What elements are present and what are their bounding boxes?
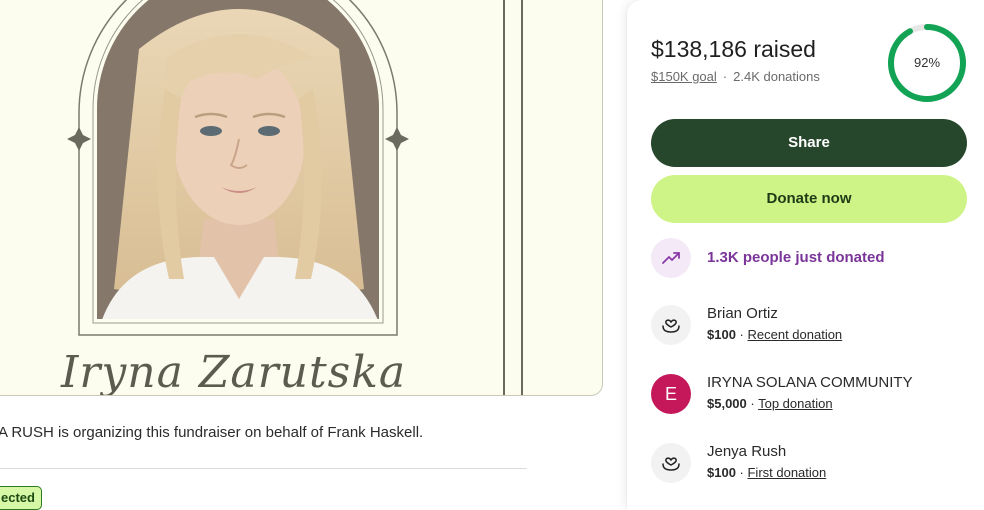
donor-row: Jenya Rush $100 · First donation [651,443,971,485]
recent-donation-link[interactable]: Recent donation [747,327,842,342]
donor-name: Jenya Rush [707,443,787,460]
donor-detail: $100 · First donation [707,465,826,480]
detail-separator: · [735,327,748,342]
donations-count: 2.4K donations [733,69,820,84]
hand-heart-icon [651,305,691,345]
detail-separator: · [746,396,759,411]
organizer-statement: A RUSH is organizing this fundraiser on … [0,424,424,441]
donor-detail: $100 · Recent donation [707,327,842,342]
first-donation-link[interactable]: First donation [747,465,826,480]
share-button[interactable]: Share [651,119,967,167]
donor-amount: $5,000 [707,396,747,411]
donor-row: E IRYNA SOLANA COMMUNITY $5,000 · Top do… [651,374,971,416]
meta-separator: · [722,69,728,84]
fundraiser-hero-image: Iryna Zarutska [0,0,603,396]
progress-percent: 92% [913,55,941,70]
donor-letter-avatar: E [651,374,691,414]
hero-name-script: Iryna Zarutska [61,347,407,396]
donation-panel: $138,186 raised $150K goal · 2.4K donation… [627,0,984,510]
recent-activity-trend: 1.3K people just donated [651,238,971,280]
donor-name: Brian Ortiz [707,305,778,322]
top-donation-link[interactable]: Top donation [758,396,832,411]
goal-meta: $150K goal · 2.4K donations [651,69,820,84]
donor-name: IRYNA SOLANA COMMUNITY [707,374,913,391]
goal-link[interactable]: $150K goal [651,69,717,84]
detail-separator: · [735,465,748,480]
progress-ring: 92% [886,22,968,104]
divider [0,468,527,469]
hand-heart-icon [651,443,691,483]
protected-badge: ected [0,486,42,510]
memorial-portrait-illustration [67,0,523,395]
donor-detail: $5,000 · Top donation [707,396,833,411]
amount-raised: $138,186 raised [651,36,816,62]
donate-now-button[interactable]: Donate now [651,175,967,223]
trend-text: 1.3K people just donated [707,249,885,266]
donor-amount: $100 [707,327,736,342]
donor-row: Brian Ortiz $100 · Recent donation [651,305,971,347]
donor-amount: $100 [707,465,736,480]
trending-up-icon [651,238,691,278]
